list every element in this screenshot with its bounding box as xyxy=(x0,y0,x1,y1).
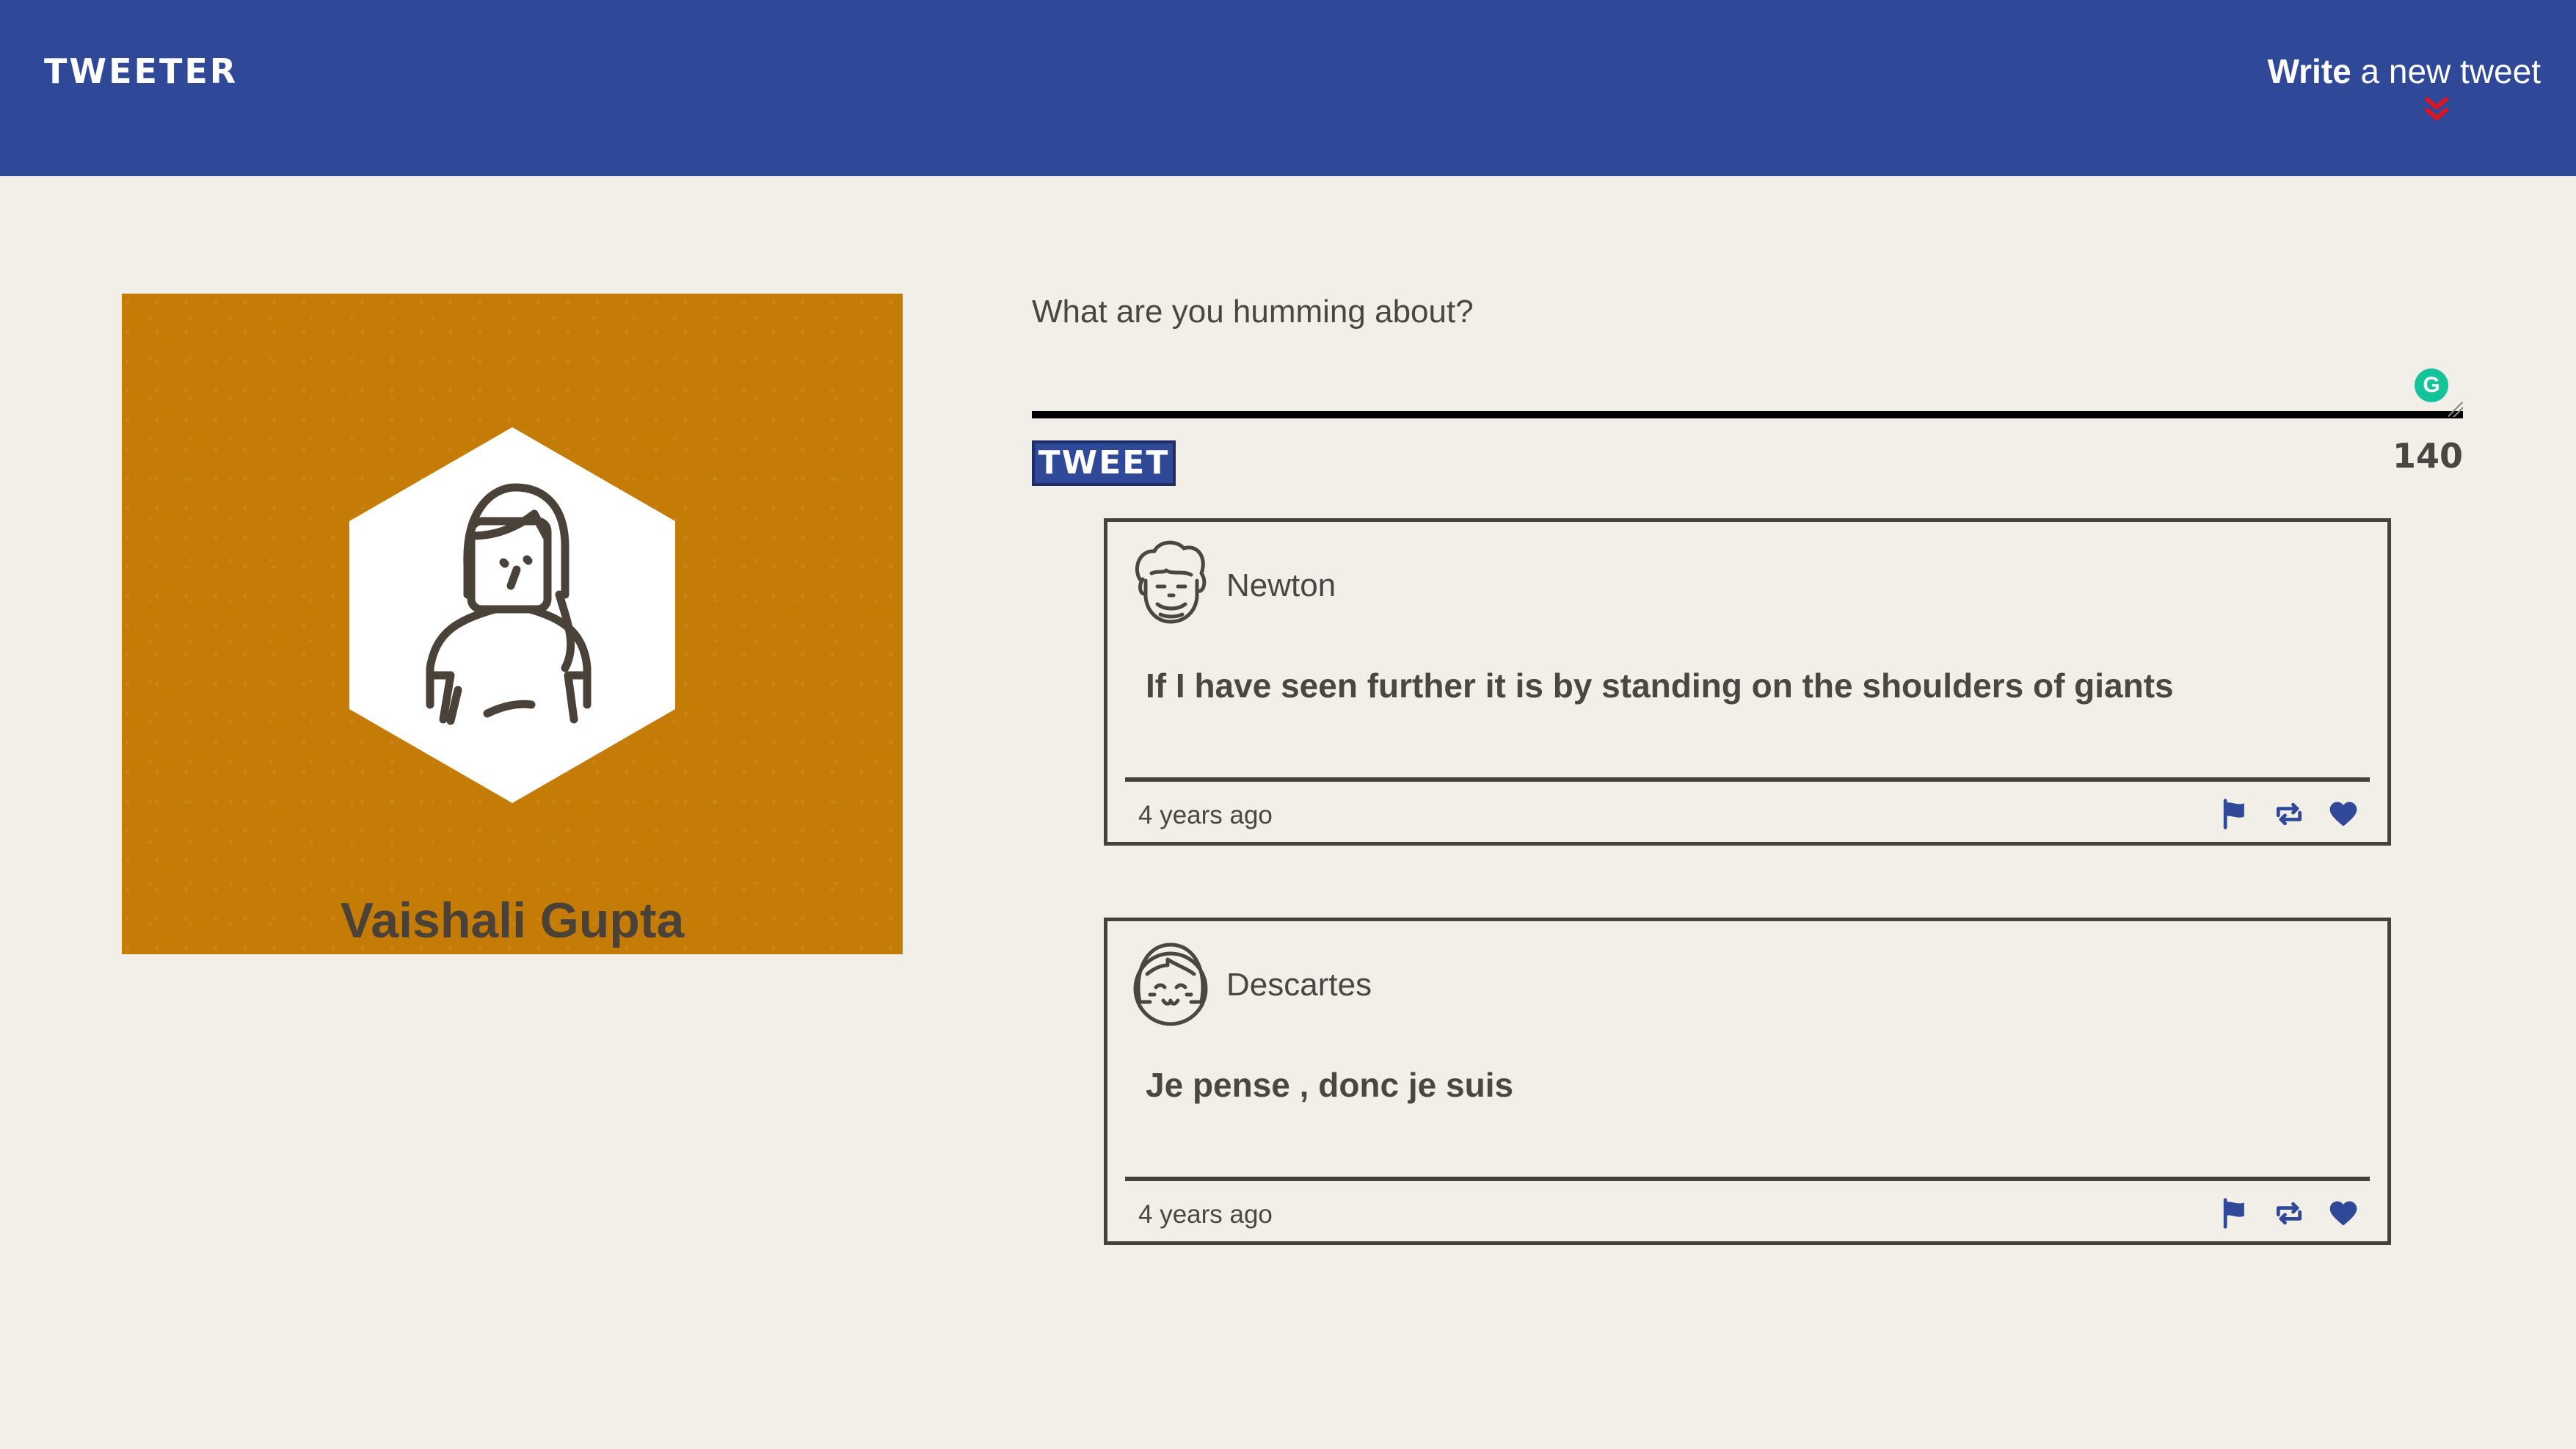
retweet-icon[interactable] xyxy=(2273,798,2305,830)
profile-card: Vaishali Gupta xyxy=(122,294,903,954)
flag-icon[interactable] xyxy=(2219,1197,2251,1230)
tweet-timestamp: 4 years ago xyxy=(1138,801,1273,829)
tweet-submit-button[interactable]: TWEET xyxy=(1032,440,1176,486)
new-tweet-label: a new tweet xyxy=(2351,52,2542,90)
write-new-tweet-toggle[interactable]: Write a new tweet xyxy=(2268,51,2541,91)
tweet-card: Descartes Je pense , donc je suis 4 year… xyxy=(1104,918,2391,1245)
tweet-footer: 4 years ago xyxy=(1125,777,2370,829)
double-chevron-down-icon[interactable] xyxy=(2420,94,2453,126)
profile-name: Vaishali Gupta xyxy=(340,893,685,948)
brand-logo[interactable]: TWEETER xyxy=(44,51,238,91)
heart-icon[interactable] xyxy=(2327,798,2359,830)
tweet-text-input[interactable] xyxy=(1032,286,2463,418)
resize-handle[interactable] xyxy=(2448,402,2463,417)
tweet-footer: 4 years ago xyxy=(1125,1177,2370,1229)
top-navigation-bar: TWEETER Write a new tweet xyxy=(0,0,2576,176)
tweet-actions xyxy=(2219,798,2359,830)
heart-icon[interactable] xyxy=(2327,1197,2359,1230)
tweet-text: Je pense , donc je suis xyxy=(1146,1066,1514,1104)
tweet-author-handle[interactable]: Descartes xyxy=(1226,967,1372,1003)
tweet-author-handle[interactable]: Newton xyxy=(1226,567,1336,604)
bob-hair-avatar-icon xyxy=(1133,943,1208,1026)
tweet-timestamp: 4 years ago xyxy=(1138,1200,1273,1229)
retweet-icon[interactable] xyxy=(2273,1197,2305,1230)
tweet-composer: G TWEET 140 xyxy=(1032,286,2463,486)
flag-icon[interactable] xyxy=(2219,798,2251,830)
grammarly-icon[interactable]: G xyxy=(2415,368,2448,402)
write-label: Write xyxy=(2267,52,2351,90)
tweet-text: If I have seen further it is by standing… xyxy=(1146,667,2174,705)
curly-hair-man-avatar-icon xyxy=(1135,540,1207,624)
character-counter: 140 xyxy=(2392,436,2463,476)
tweet-card: Newton If I have seen further it is by s… xyxy=(1104,518,2391,846)
woman-avatar-icon xyxy=(349,427,675,803)
tweet-actions xyxy=(2219,1197,2359,1230)
